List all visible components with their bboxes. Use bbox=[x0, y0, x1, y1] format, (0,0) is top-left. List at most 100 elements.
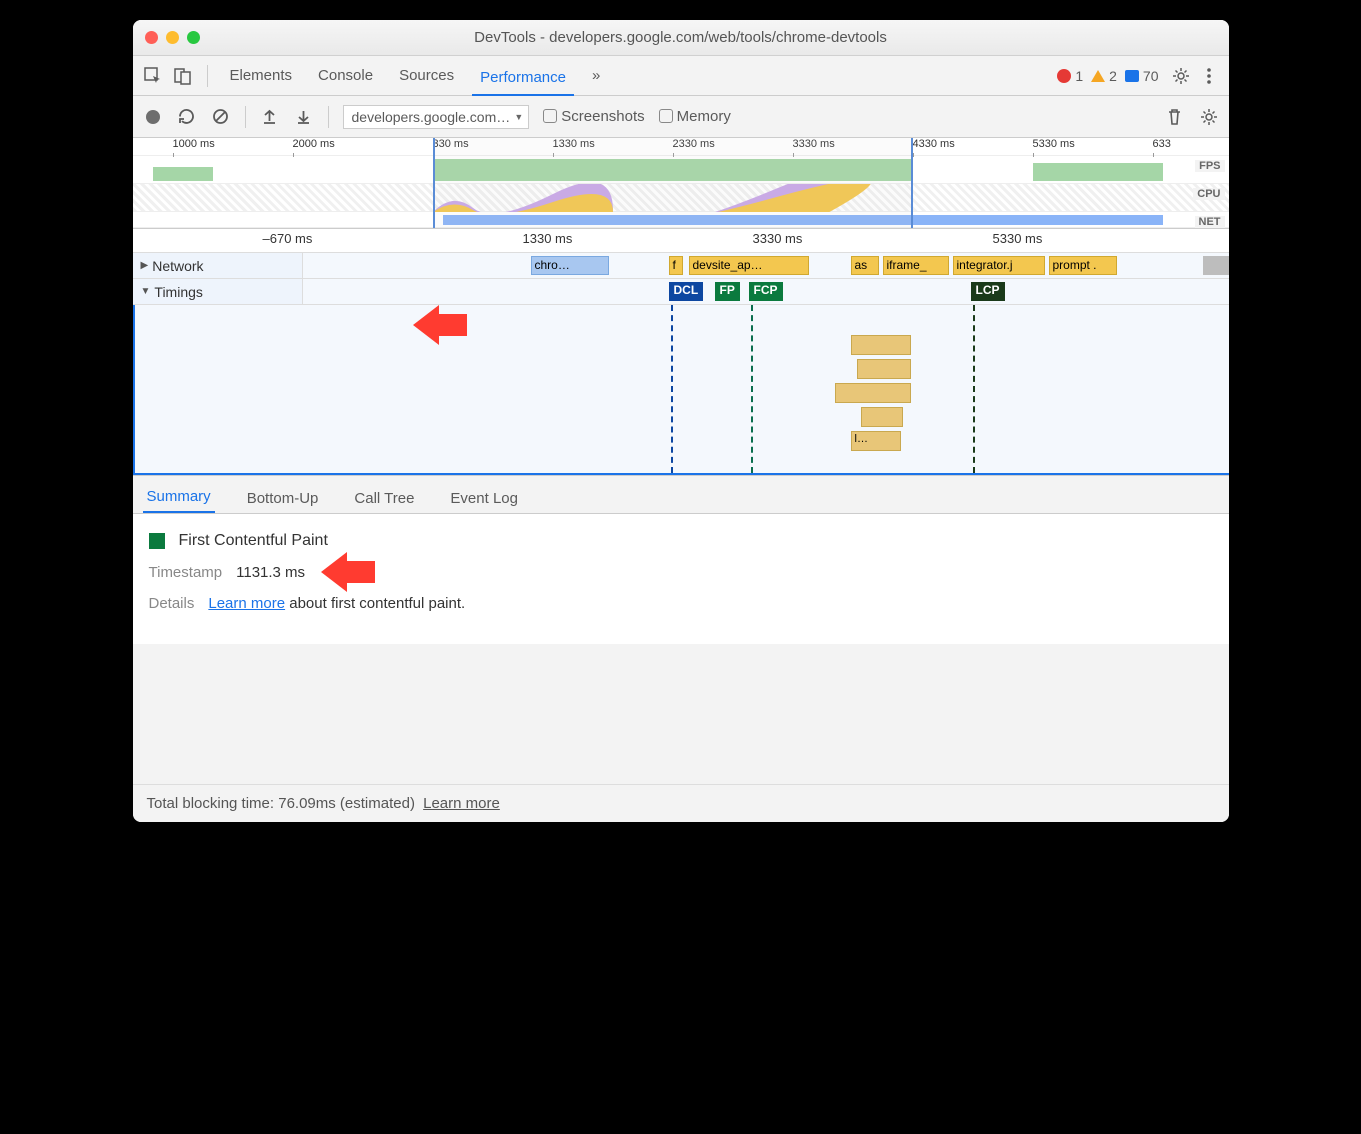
ov-tick: 2330 ms bbox=[673, 138, 715, 150]
long-task-bar[interactable] bbox=[851, 335, 911, 355]
cpu-label: CPU bbox=[1193, 188, 1224, 200]
learn-more-link[interactable]: Learn more bbox=[208, 595, 285, 612]
empty-area bbox=[133, 644, 1229, 784]
record-button[interactable] bbox=[143, 107, 163, 127]
detail-tab-call-tree[interactable]: Call Tree bbox=[350, 484, 418, 513]
network-track-header[interactable]: ▶ Network bbox=[133, 253, 303, 278]
summary-panel: First Contentful Paint Timestamp 1131.3 … bbox=[133, 514, 1229, 644]
details-label: Details bbox=[149, 595, 195, 612]
network-item[interactable]: integrator.j bbox=[953, 256, 1045, 275]
tr-tick: 1330 ms bbox=[523, 231, 573, 246]
recording-dropdown-label: developers.google.com… bbox=[352, 109, 511, 125]
window-title: DevTools - developers.google.com/web/too… bbox=[133, 29, 1229, 46]
recording-dropdown[interactable]: developers.google.com… bbox=[343, 105, 530, 129]
garbage-collect-icon[interactable] bbox=[1165, 107, 1185, 127]
message-count: 70 bbox=[1143, 68, 1159, 84]
overview-ruler: 1000 ms 2000 ms 330 ms 1330 ms 2330 ms 3… bbox=[133, 138, 1229, 156]
long-task-bar[interactable] bbox=[857, 359, 911, 379]
ov-tick: 2000 ms bbox=[293, 138, 335, 150]
timing-lcp-badge[interactable]: LCP bbox=[971, 282, 1005, 301]
timings-track-header[interactable]: ▼ Timings bbox=[133, 279, 303, 304]
capture-settings-gear-icon[interactable] bbox=[1199, 107, 1219, 127]
traffic-lights bbox=[145, 31, 200, 44]
long-task-bar[interactable]: l… bbox=[851, 431, 901, 451]
titlebar: DevTools - developers.google.com/web/too… bbox=[133, 20, 1229, 56]
network-track-row[interactable]: ▶ Network chro… f devsite_ap… as iframe_… bbox=[133, 253, 1229, 279]
ov-tick: 330 ms bbox=[433, 138, 469, 150]
lcp-line bbox=[973, 305, 975, 473]
overview-panel[interactable]: 1000 ms 2000 ms 330 ms 1330 ms 2330 ms 3… bbox=[133, 138, 1229, 229]
timings-expanded-area: l… bbox=[133, 305, 1229, 475]
collapse-icon: ▼ bbox=[141, 286, 151, 297]
zoom-window-button[interactable] bbox=[187, 31, 200, 44]
minimize-window-button[interactable] bbox=[166, 31, 179, 44]
timing-fcp-badge[interactable]: FCP bbox=[749, 282, 783, 301]
details-suffix: about first contentful paint. bbox=[285, 595, 465, 612]
timings-track-body: DCL FP FCP LCP bbox=[303, 279, 1229, 304]
long-task-bar[interactable] bbox=[835, 383, 911, 403]
network-track-label: Network bbox=[152, 258, 203, 274]
device-toggle-icon[interactable] bbox=[173, 66, 193, 86]
settings-gear-icon[interactable] bbox=[1171, 66, 1191, 86]
timestamp-label: Timestamp bbox=[149, 564, 223, 581]
tab-elements[interactable]: Elements bbox=[222, 63, 301, 88]
ov-tick: 1000 ms bbox=[173, 138, 215, 150]
error-count: 1 bbox=[1075, 68, 1083, 84]
tr-tick: 5330 ms bbox=[993, 231, 1043, 246]
fps-label: FPS bbox=[1195, 160, 1224, 172]
footer-bar: Total blocking time: 76.09ms (estimated)… bbox=[133, 784, 1229, 822]
fcp-color-swatch bbox=[149, 533, 165, 549]
timing-dcl-badge[interactable]: DCL bbox=[669, 282, 704, 301]
timing-fp-badge[interactable]: FP bbox=[715, 282, 740, 301]
ov-tick: 5330 ms bbox=[1033, 138, 1075, 150]
timings-body[interactable]: l… bbox=[133, 305, 1229, 475]
tab-more-icon[interactable]: » bbox=[584, 63, 608, 88]
close-window-button[interactable] bbox=[145, 31, 158, 44]
network-item[interactable]: devsite_ap… bbox=[689, 256, 809, 275]
network-item[interactable]: chro… bbox=[531, 256, 609, 275]
reload-record-button[interactable] bbox=[177, 107, 197, 127]
clear-button[interactable] bbox=[211, 107, 231, 127]
blocking-time-text: Total blocking time: 76.09ms (estimated) bbox=[147, 795, 415, 812]
kebab-menu-icon[interactable] bbox=[1199, 66, 1219, 86]
error-icon[interactable] bbox=[1057, 69, 1071, 83]
save-profile-icon[interactable] bbox=[294, 107, 314, 127]
detail-tabs: Summary Bottom-Up Call Tree Event Log bbox=[133, 476, 1229, 514]
network-item[interactable]: iframe_ bbox=[883, 256, 949, 275]
overview-fps-row: FPS bbox=[133, 156, 1229, 184]
detail-tab-event-log[interactable]: Event Log bbox=[446, 484, 522, 513]
network-item[interactable]: f bbox=[669, 256, 683, 275]
timings-track-row[interactable]: ▼ Timings DCL FP FCP LCP bbox=[133, 279, 1229, 305]
warning-icon[interactable] bbox=[1091, 70, 1105, 82]
track-ruler: –670 ms 1330 ms 3330 ms 5330 ms bbox=[133, 229, 1229, 253]
detail-tab-bottom-up[interactable]: Bottom-Up bbox=[243, 484, 323, 513]
status-icons: 1 2 70 bbox=[1057, 66, 1218, 86]
summary-title: First Contentful Paint bbox=[179, 532, 328, 550]
tab-console[interactable]: Console bbox=[310, 63, 381, 88]
warning-count: 2 bbox=[1109, 68, 1117, 84]
net-label: NET bbox=[1195, 216, 1225, 228]
fcp-line bbox=[751, 305, 753, 473]
main-toolbar: Elements Console Sources Performance » 1… bbox=[133, 56, 1229, 96]
network-item-grey[interactable] bbox=[1203, 256, 1229, 275]
load-profile-icon[interactable] bbox=[260, 107, 280, 127]
expand-icon: ▶ bbox=[141, 260, 149, 271]
network-item[interactable]: as bbox=[851, 256, 879, 275]
tracks-panel[interactable]: –670 ms 1330 ms 3330 ms 5330 ms ▶ Networ… bbox=[133, 229, 1229, 476]
message-icon[interactable] bbox=[1125, 70, 1139, 82]
tr-tick: –670 ms bbox=[263, 231, 313, 246]
tab-performance[interactable]: Performance bbox=[472, 65, 574, 96]
detail-tab-summary[interactable]: Summary bbox=[143, 482, 215, 513]
long-task-bar[interactable] bbox=[861, 407, 903, 427]
footer-learn-more-link[interactable]: Learn more bbox=[423, 795, 500, 812]
network-track-body: chro… f devsite_ap… as iframe_ integrato… bbox=[303, 253, 1229, 278]
timings-track-label: Timings bbox=[154, 284, 203, 300]
tab-sources[interactable]: Sources bbox=[391, 63, 462, 88]
network-item[interactable]: prompt . bbox=[1049, 256, 1117, 275]
memory-checkbox[interactable]: Memory bbox=[659, 108, 731, 125]
inspect-icon[interactable] bbox=[143, 66, 163, 86]
ov-tick: 1330 ms bbox=[553, 138, 595, 150]
screenshots-checkbox[interactable]: Screenshots bbox=[543, 108, 644, 125]
timestamp-value: 1131.3 ms bbox=[236, 564, 305, 581]
overview-cpu-row: CPU bbox=[133, 184, 1229, 212]
